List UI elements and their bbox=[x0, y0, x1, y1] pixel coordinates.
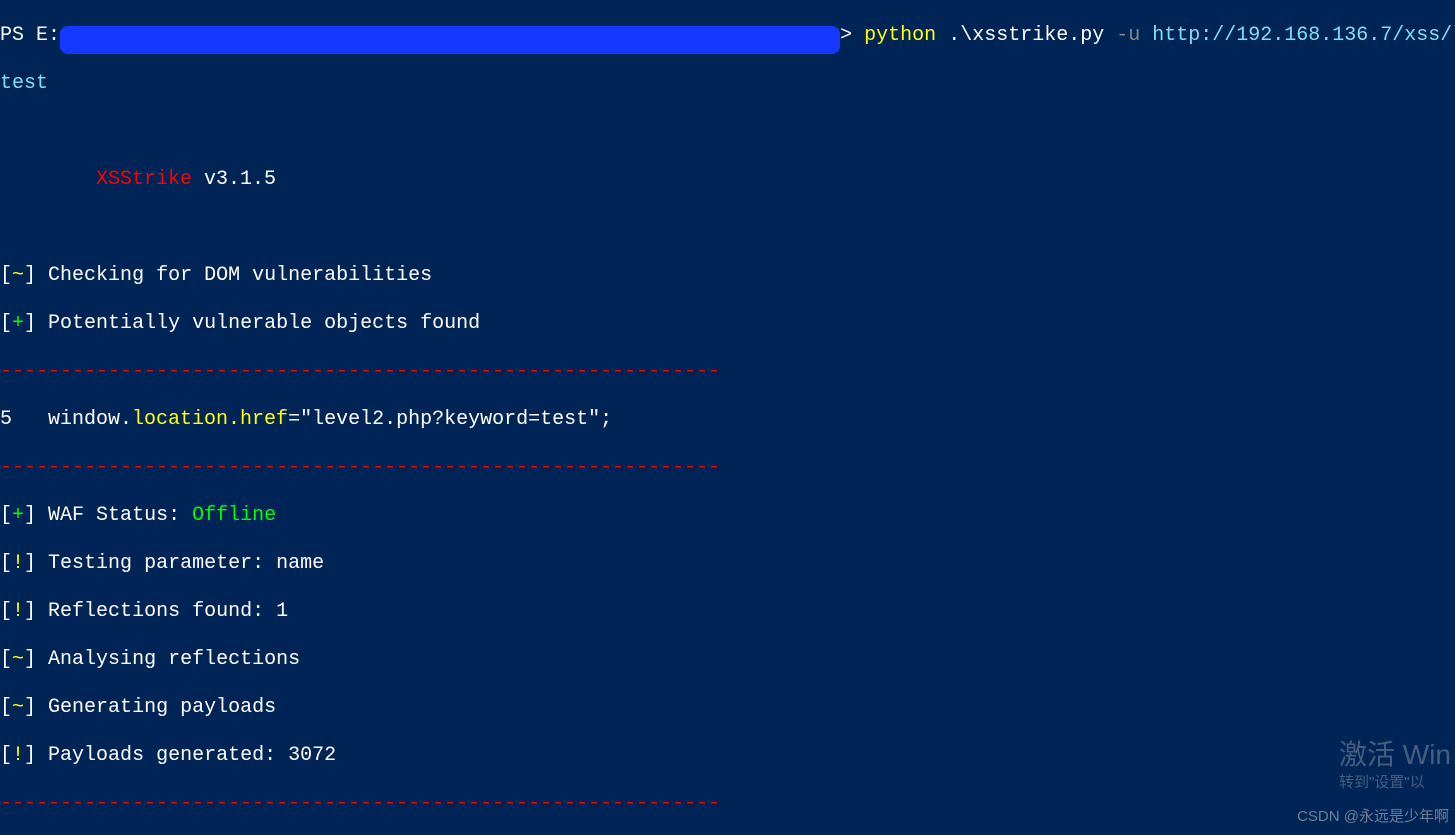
blank-line bbox=[0, 216, 1455, 240]
generating-line: [~] Generating payloads bbox=[0, 696, 1455, 720]
divider: ----------------------------------------… bbox=[0, 792, 1455, 816]
waf-status-line: [+] WAF Status: Offline bbox=[0, 504, 1455, 528]
watermark-title: 激活 Win bbox=[1339, 743, 1451, 767]
redacted-path: \xxxxxxxxxxxx\xxxxxxxxxxxxxxxxxxxxxxxxxx… bbox=[60, 24, 840, 48]
payloads-generated-line: [!] Payloads generated: 3072 bbox=[0, 744, 1455, 768]
waf-status-value: Offline bbox=[192, 504, 276, 527]
ps-prefix: PS E: bbox=[0, 24, 60, 47]
reflections-line: [!] Reflections found: 1 bbox=[0, 600, 1455, 624]
dom-result-line: 5 window.location.href="level2.php?keywo… bbox=[0, 408, 1455, 432]
testing-param-line: [!] Testing parameter: name bbox=[0, 552, 1455, 576]
dom-check-line: [~] Checking for DOM vulnerabilities bbox=[0, 264, 1455, 288]
flag-u: -u bbox=[1116, 24, 1140, 47]
potential-line: [+] Potentially vulnerable objects found bbox=[0, 312, 1455, 336]
prompt-line-2: test bbox=[0, 72, 1455, 96]
command: python bbox=[864, 24, 936, 47]
watermark-subtitle: 转到"设置"以 bbox=[1339, 771, 1451, 795]
script-arg: .\xsstrike.py bbox=[936, 24, 1116, 47]
divider: ----------------------------------------… bbox=[0, 456, 1455, 480]
prompt-line-1: PS E:\xxxxxxxxxxxx\xxxxxxxxxxxxxxxxxxxxx… bbox=[0, 24, 1455, 48]
csdn-watermark: CSDN @永远是少年啊 bbox=[1297, 805, 1449, 829]
windows-activation-watermark: 激活 Win 转到"设置"以 bbox=[1339, 743, 1455, 795]
banner-line: XSStrike v3.1.5 bbox=[0, 168, 1455, 192]
arrow: > bbox=[840, 24, 864, 47]
tool-name: XSStrike bbox=[96, 168, 192, 191]
tool-version: v3.1.5 bbox=[192, 168, 276, 191]
target-url: http://192.168.136.7/xss/level1.php?name… bbox=[1140, 24, 1455, 47]
blank-line bbox=[0, 120, 1455, 144]
analysing-line: [~] Analysing reflections bbox=[0, 648, 1455, 672]
divider: ----------------------------------------… bbox=[0, 360, 1455, 384]
terminal-output[interactable]: PS E:\xxxxxxxxxxxx\xxxxxxxxxxxxxxxxxxxxx… bbox=[0, 0, 1455, 835]
location-href: location.href bbox=[132, 408, 288, 431]
